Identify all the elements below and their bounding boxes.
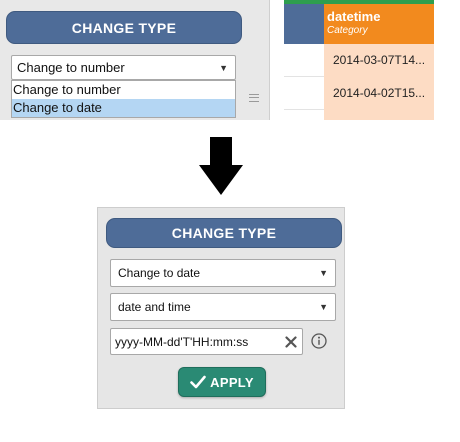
resize-grip[interactable] bbox=[249, 94, 259, 102]
table-row bbox=[284, 77, 324, 110]
date-format-input[interactable]: yyyy-MM-dd'T'HH:mm:ss bbox=[110, 328, 303, 355]
change-type-select[interactable]: Change to date ▼ bbox=[110, 259, 336, 287]
change-type-dropdown-list: Change to number Change to date bbox=[11, 80, 236, 118]
datetime-column-header[interactable]: datetime Category bbox=[324, 0, 434, 44]
chevron-down-icon: ▼ bbox=[219, 62, 228, 73]
change-type-select[interactable]: Change to number ▼ bbox=[11, 55, 236, 80]
table-cell: 2014-04-02T15... bbox=[333, 86, 426, 100]
table-cell: 2014-04-10T0... bbox=[324, 110, 434, 120]
check-icon bbox=[190, 375, 206, 389]
close-icon[interactable] bbox=[285, 335, 297, 348]
previous-column-header[interactable] bbox=[284, 0, 324, 44]
date-kind-select-value: date and time bbox=[118, 300, 191, 314]
change-type-select-value: Change to date bbox=[118, 266, 201, 280]
chevron-down-icon: ▼ bbox=[319, 268, 328, 278]
change-type-select-value: Change to number bbox=[17, 60, 125, 75]
down-arrow-icon bbox=[199, 137, 243, 195]
table-cell: 2014-03-07T14... bbox=[333, 53, 426, 67]
date-kind-select[interactable]: date and time ▼ bbox=[110, 293, 336, 321]
column-title: datetime bbox=[327, 9, 381, 24]
panel-header: CHANGE TYPE bbox=[106, 218, 342, 248]
top-change-type-panel: CHANGE TYPE Change to number ▼ Change to… bbox=[0, 0, 270, 120]
column-type-label: Category bbox=[327, 25, 368, 36]
apply-label: APPLY bbox=[210, 374, 254, 390]
data-table: datetime Category 2014-03-07T14... 2014-… bbox=[284, 0, 434, 120]
dropdown-option-number[interactable]: Change to number bbox=[12, 81, 235, 99]
datetime-column-cells: 2014-03-07T14... 2014-04-02T15... 2014-0… bbox=[324, 44, 434, 120]
chevron-down-icon: ▼ bbox=[319, 302, 328, 312]
info-icon[interactable] bbox=[311, 333, 327, 349]
table-row bbox=[284, 44, 324, 77]
date-format-value: yyyy-MM-dd'T'HH:mm:ss bbox=[115, 334, 249, 349]
panel-header: CHANGE TYPE bbox=[6, 11, 242, 44]
apply-button[interactable]: APPLY bbox=[178, 367, 266, 397]
dropdown-option-date[interactable]: Change to date bbox=[12, 99, 235, 117]
bottom-change-type-panel: CHANGE TYPE Change to date ▼ date and ti… bbox=[97, 207, 345, 409]
